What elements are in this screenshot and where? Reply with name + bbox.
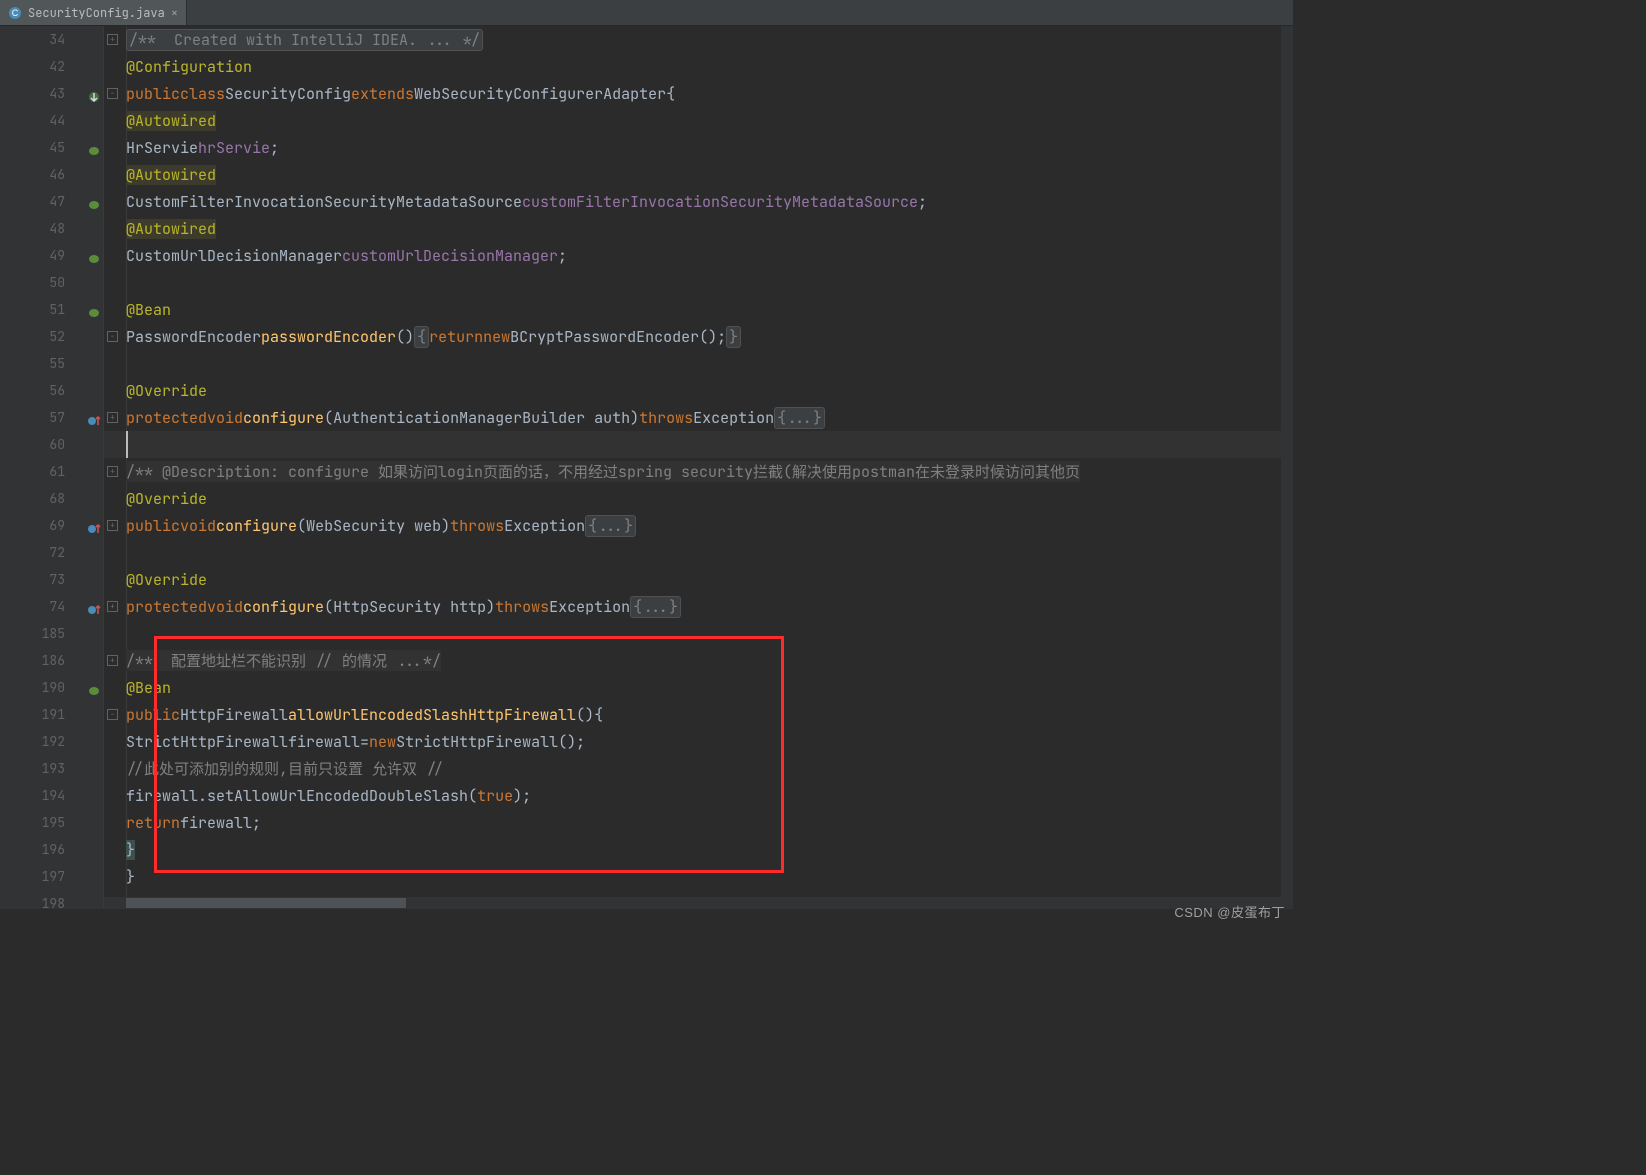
line-number: 42 (49, 53, 65, 80)
line-number: 50 (49, 269, 65, 296)
code-line: @ public void configure(WebSecurity web)… (104, 512, 1293, 539)
code-line: public HttpFirewall allowUrlEncodedSlash… (104, 701, 1293, 728)
line-number: 191 (42, 701, 65, 728)
code-line: @Bean (104, 296, 1293, 323)
code-line: @Override (104, 485, 1293, 512)
line-number: 72 (49, 539, 65, 566)
editor-tabs: C SecurityConfig.java × (0, 0, 1293, 26)
code-line: firewall.setAllowUrlEncodedDoubleSlash(t… (104, 782, 1293, 809)
line-number: 34 (49, 26, 65, 53)
code-line-current (104, 431, 1293, 458)
vertical-scrollbar[interactable] (1281, 26, 1293, 909)
code-line: @ protected void configure(HttpSecurity … (104, 593, 1293, 620)
code-line: HrServie hrServie; (104, 134, 1293, 161)
scrollbar-thumb[interactable] (126, 898, 406, 908)
code-line: @Autowired (104, 161, 1293, 188)
code-line (104, 539, 1293, 566)
line-number: 47 (49, 188, 65, 215)
line-number: 48 (49, 215, 65, 242)
line-number: 52 (49, 323, 65, 350)
line-number: 51 (49, 296, 65, 323)
code-line: return firewall; (104, 809, 1293, 836)
gutter: 34 42 43 44 45 46 47 48 49 50 51 52 55 5… (0, 26, 104, 909)
code-line: } (104, 836, 1293, 863)
code-line: /** @Description: configure 如果访问login页面的… (104, 458, 1293, 485)
override-up-icon[interactable] (87, 410, 101, 424)
line-number: 44 (49, 107, 65, 134)
line-number: 185 (42, 620, 65, 647)
line-number: 74 (49, 593, 65, 620)
horizontal-scrollbar[interactable] (104, 897, 1293, 909)
tab-close-icon[interactable]: × (171, 5, 178, 21)
line-number: 46 (49, 161, 65, 188)
line-number: 197 (42, 863, 65, 890)
code-line: @Override (104, 377, 1293, 404)
code-line: StrictHttpFirewall firewall = new Strict… (104, 728, 1293, 755)
line-number: 55 (49, 350, 65, 377)
code-line (104, 620, 1293, 647)
code-line: } (104, 863, 1293, 890)
line-number: 196 (42, 836, 65, 863)
code-line: @Configuration (104, 53, 1293, 80)
line-number: 192 (42, 728, 65, 755)
override-up-icon[interactable] (87, 518, 101, 532)
code-line: PasswordEncoder passwordEncoder() { retu… (104, 323, 1293, 350)
code-line: @ protected void configure(Authenticatio… (104, 404, 1293, 431)
line-number: 45 (49, 134, 65, 161)
code-line: CustomUrlDecisionManager customUrlDecisi… (104, 242, 1293, 269)
java-class-icon: C (8, 6, 22, 20)
line-number: 194 (42, 782, 65, 809)
code-line (104, 269, 1293, 296)
watermark: CSDN @皮蛋布丁 (1174, 902, 1285, 921)
line-number: 186 (42, 647, 65, 674)
code-line: @Override (104, 566, 1293, 593)
override-up-icon[interactable] (87, 599, 101, 613)
line-number: 195 (42, 809, 65, 836)
bean-icon[interactable] (87, 302, 101, 316)
line-number: 43 (49, 80, 65, 107)
code-area[interactable]: /** Created with IntelliJ IDEA. ... */ @… (104, 26, 1293, 909)
code-line: @Autowired (104, 215, 1293, 242)
tab-label: SecurityConfig.java (28, 5, 165, 21)
line-number: 68 (49, 485, 65, 512)
line-number: 60 (49, 431, 65, 458)
code-line: /** 配置地址栏不能识别 // 的情况 ...*/ (104, 647, 1293, 674)
svg-text:C: C (12, 8, 19, 18)
bean-icon[interactable] (87, 680, 101, 694)
line-number: 193 (42, 755, 65, 782)
line-number: 190 (42, 674, 65, 701)
code-line: //此处可添加别的规则,目前只设置 允许双 // (104, 755, 1293, 782)
bean-icon[interactable] (87, 140, 101, 154)
bean-icon[interactable] (87, 194, 101, 208)
bean-icon[interactable] (87, 248, 101, 262)
code-line: @Bean (104, 674, 1293, 701)
line-number: 57 (49, 404, 65, 431)
line-number: 49 (49, 242, 65, 269)
inherit-icon[interactable] (87, 86, 101, 100)
line-number: 73 (49, 566, 65, 593)
tab-securityconfig[interactable]: C SecurityConfig.java × (0, 0, 187, 25)
tab-spacer (187, 0, 1293, 25)
line-number: 198 (42, 890, 65, 917)
code-line: public class SecurityConfig extends WebS… (104, 80, 1293, 107)
code-line: CustomFilterInvocationSecurityMetadataSo… (104, 188, 1293, 215)
line-number: 61 (49, 458, 65, 485)
code-line (104, 350, 1293, 377)
line-number: 69 (49, 512, 65, 539)
caret (126, 431, 128, 458)
editor[interactable]: 34 42 43 44 45 46 47 48 49 50 51 52 55 5… (0, 26, 1293, 909)
line-number: 56 (49, 377, 65, 404)
code-line: /** Created with IntelliJ IDEA. ... */ (104, 26, 1293, 53)
code-line: @Autowired (104, 107, 1293, 134)
